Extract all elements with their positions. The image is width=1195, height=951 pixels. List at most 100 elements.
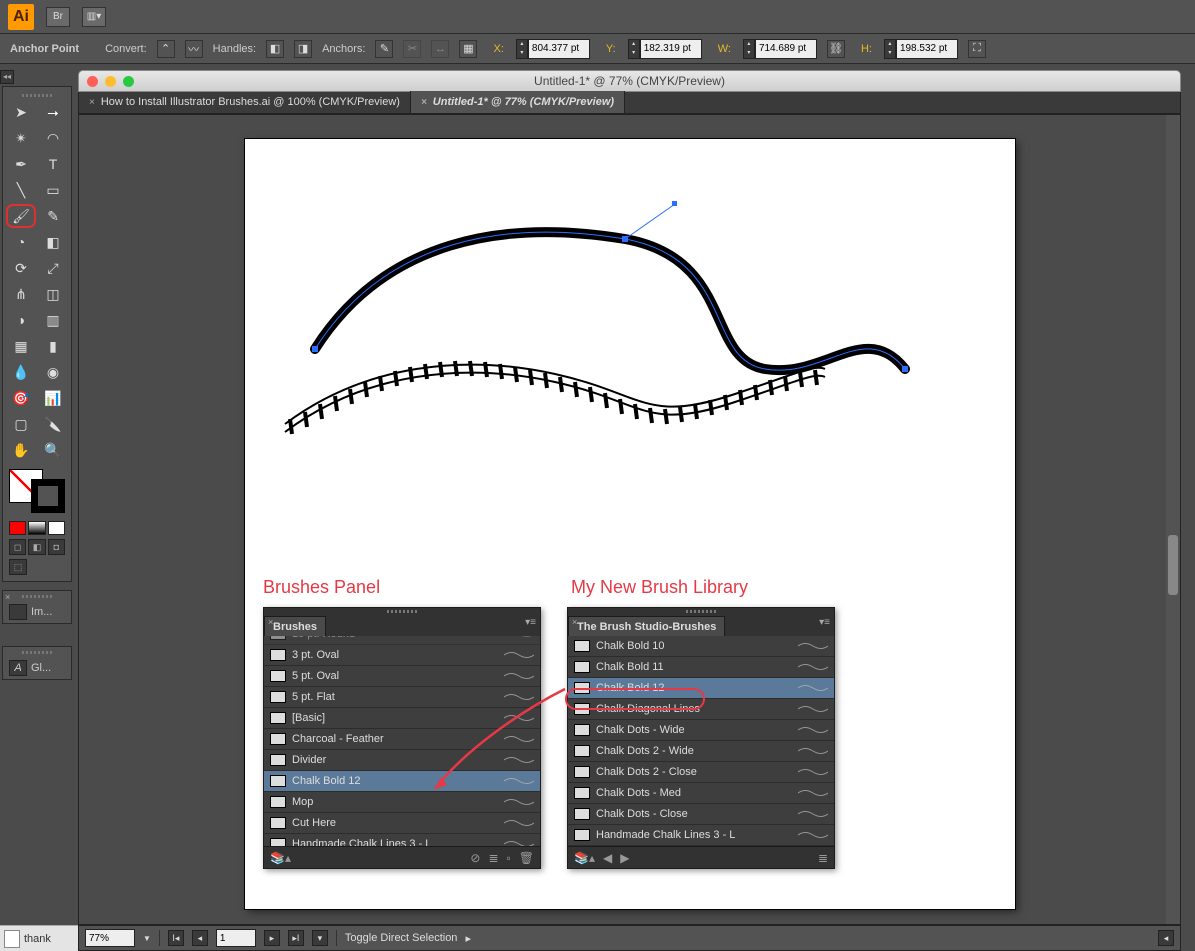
zoom-window-icon[interactable] — [123, 76, 134, 87]
panel-menu-icon[interactable]: ▾≡ — [525, 617, 536, 628]
mini-panel-glyphs[interactable]: AGl... — [2, 646, 72, 680]
direct-selection-tool[interactable]: ⭢ — [38, 100, 68, 124]
none-button[interactable] — [48, 521, 65, 535]
draw-inside-icon[interactable]: ◘ — [48, 539, 65, 555]
stroke-swatch[interactable] — [31, 479, 65, 513]
brush-row[interactable]: Cut Here — [264, 813, 540, 834]
brush-row[interactable]: 15 pt. Round — [264, 636, 540, 645]
next-artboard-icon[interactable]: ▸ — [264, 930, 280, 946]
x-field[interactable]: ▴▾ — [516, 39, 590, 59]
symbol-sprayer-tool[interactable]: 🎯 — [6, 386, 36, 410]
hscroll-left-icon[interactable]: ◂ — [1158, 930, 1174, 946]
gradient-button[interactable] — [28, 521, 45, 535]
scrollbar-thumb[interactable] — [1168, 535, 1178, 595]
new-brush-icon[interactable]: ▫ — [507, 851, 511, 865]
graph-tool[interactable]: 📊 — [38, 386, 68, 410]
pencil-tool[interactable]: ✎ — [38, 204, 68, 228]
glyphs-icon[interactable]: A — [9, 660, 27, 676]
draw-normal-icon[interactable]: ◻ — [9, 539, 26, 555]
color-button[interactable] — [9, 521, 26, 535]
y-field[interactable]: ▴▾ — [628, 39, 702, 59]
close-icon[interactable]: × — [572, 617, 577, 627]
blob-brush-tool[interactable]: ◔ — [6, 230, 36, 254]
brush-libraries-icon[interactable]: 📚▴ — [270, 851, 291, 865]
lasso-tool[interactable]: ◠ — [38, 126, 68, 150]
artboard-nav-dropdown-icon[interactable]: ▾ — [312, 930, 328, 946]
anchor-remove-icon[interactable]: ✎ — [375, 40, 393, 58]
bridge-button[interactable]: Br — [46, 7, 70, 27]
list-view-icon[interactable]: ≣ — [818, 851, 828, 865]
anchor-cut-icon[interactable]: ✂ — [403, 40, 421, 58]
minimize-window-icon[interactable] — [105, 76, 116, 87]
shape-builder-tool[interactable]: ◑ — [6, 308, 36, 332]
align-to-pixel-icon[interactable]: ▦ — [459, 40, 477, 58]
close-icon[interactable]: × — [5, 592, 10, 602]
w-field[interactable]: ▴▾ — [743, 39, 817, 59]
h-field[interactable]: ▴▾ — [884, 39, 958, 59]
brush-row[interactable]: 3 pt. Oval — [264, 645, 540, 666]
y-input[interactable] — [640, 39, 702, 59]
zoom-input[interactable] — [85, 929, 135, 947]
eraser-tool[interactable]: ◧ — [38, 230, 68, 254]
convert-corner-icon[interactable]: ⌃ — [157, 40, 175, 58]
panel-tab[interactable]: The Brush Studio-Brushes — [568, 616, 725, 636]
artboard-number-input[interactable] — [216, 929, 256, 947]
close-tab-icon[interactable]: × — [421, 97, 427, 108]
delete-brush-icon[interactable]: 🗑 — [519, 851, 534, 865]
zoom-tool[interactable]: 🔍 — [38, 438, 68, 462]
width-tool[interactable]: ⋔ — [6, 282, 36, 306]
close-tab-icon[interactable]: × — [89, 97, 95, 108]
last-artboard-icon[interactable]: ▸I — [288, 930, 304, 946]
panel-grip-icon[interactable] — [568, 608, 834, 616]
free-transform-tool[interactable]: ◫ — [38, 282, 68, 306]
panel-grip-icon[interactable] — [5, 91, 69, 99]
perspective-tool[interactable]: ▥ — [38, 308, 68, 332]
pen-tool[interactable]: ✒ — [6, 152, 36, 176]
brush-row[interactable]: Handmade Chalk Lines 3 - L — [568, 825, 834, 846]
artboard[interactable]: Brushes Panel My New Brush Library × ▾≡ … — [245, 139, 1015, 909]
brush-row[interactable]: Chalk Bold 10 — [568, 636, 834, 657]
x-input[interactable] — [528, 39, 590, 59]
anchor-connect-icon[interactable]: ↔ — [431, 40, 449, 58]
paintbrush-tool[interactable]: 🖌 — [6, 204, 36, 228]
scale-tool[interactable]: ⤢ — [38, 256, 68, 280]
isolate-icon[interactable]: ⛶ — [968, 40, 986, 58]
handles-hide-icon[interactable]: ◨ — [294, 40, 312, 58]
link-wh-icon[interactable]: ⛓ — [827, 40, 845, 58]
arrange-documents-button[interactable]: ▥▾ — [82, 7, 106, 27]
close-window-icon[interactable] — [87, 76, 98, 87]
next-library-icon[interactable]: ▶ — [620, 851, 629, 865]
panel-tab[interactable]: Brushes — [264, 616, 326, 636]
blend-tool[interactable]: ◉ — [38, 360, 68, 384]
remove-stroke-icon[interactable]: ⊘ — [470, 851, 480, 865]
brush-row[interactable]: Handmade Chalk Lines 3 - L — [264, 834, 540, 846]
fill-stroke-control[interactable] — [7, 467, 67, 515]
close-icon[interactable]: × — [268, 617, 273, 627]
first-artboard-icon[interactable]: I◂ — [168, 930, 184, 946]
screen-mode-icon[interactable]: ⬚ — [9, 559, 27, 575]
convert-smooth-icon[interactable]: 〰 — [185, 40, 203, 58]
collapse-panels-icon[interactable]: ◂◂ — [0, 70, 14, 84]
zoom-dropdown-icon[interactable]: ▼ — [143, 934, 151, 943]
panel-grip-icon[interactable] — [264, 608, 540, 616]
line-tool[interactable]: ╲ — [6, 178, 36, 202]
selection-tool[interactable]: ➤ — [6, 100, 36, 124]
image-trace-icon[interactable] — [9, 604, 27, 620]
prev-artboard-icon[interactable]: ◂ — [192, 930, 208, 946]
mesh-tool[interactable]: ▦ — [6, 334, 36, 358]
document-icon[interactable] — [4, 930, 20, 948]
panel-menu-icon[interactable]: ▾≡ — [819, 617, 830, 628]
document-tab[interactable]: × Untitled-1* @ 77% (CMYK/Preview) — [411, 91, 625, 113]
prev-library-icon[interactable]: ◀ — [603, 851, 612, 865]
brush-options-icon[interactable]: ≣ — [488, 851, 498, 865]
mini-panel-image[interactable]: × Im... — [2, 590, 72, 624]
status-menu-icon[interactable]: ▸ — [465, 932, 471, 945]
handles-show-icon[interactable]: ◧ — [266, 40, 284, 58]
document-tab[interactable]: × How to Install Illustrator Brushes.ai … — [79, 91, 411, 113]
artboard-tool[interactable]: ▢ — [6, 412, 36, 436]
draw-behind-icon[interactable]: ◧ — [28, 539, 45, 555]
type-tool[interactable]: T — [38, 152, 68, 176]
hand-tool[interactable]: ✋ — [6, 438, 36, 462]
brush-row[interactable]: Chalk Bold 11 — [568, 657, 834, 678]
slice-tool[interactable]: 🔪 — [38, 412, 68, 436]
